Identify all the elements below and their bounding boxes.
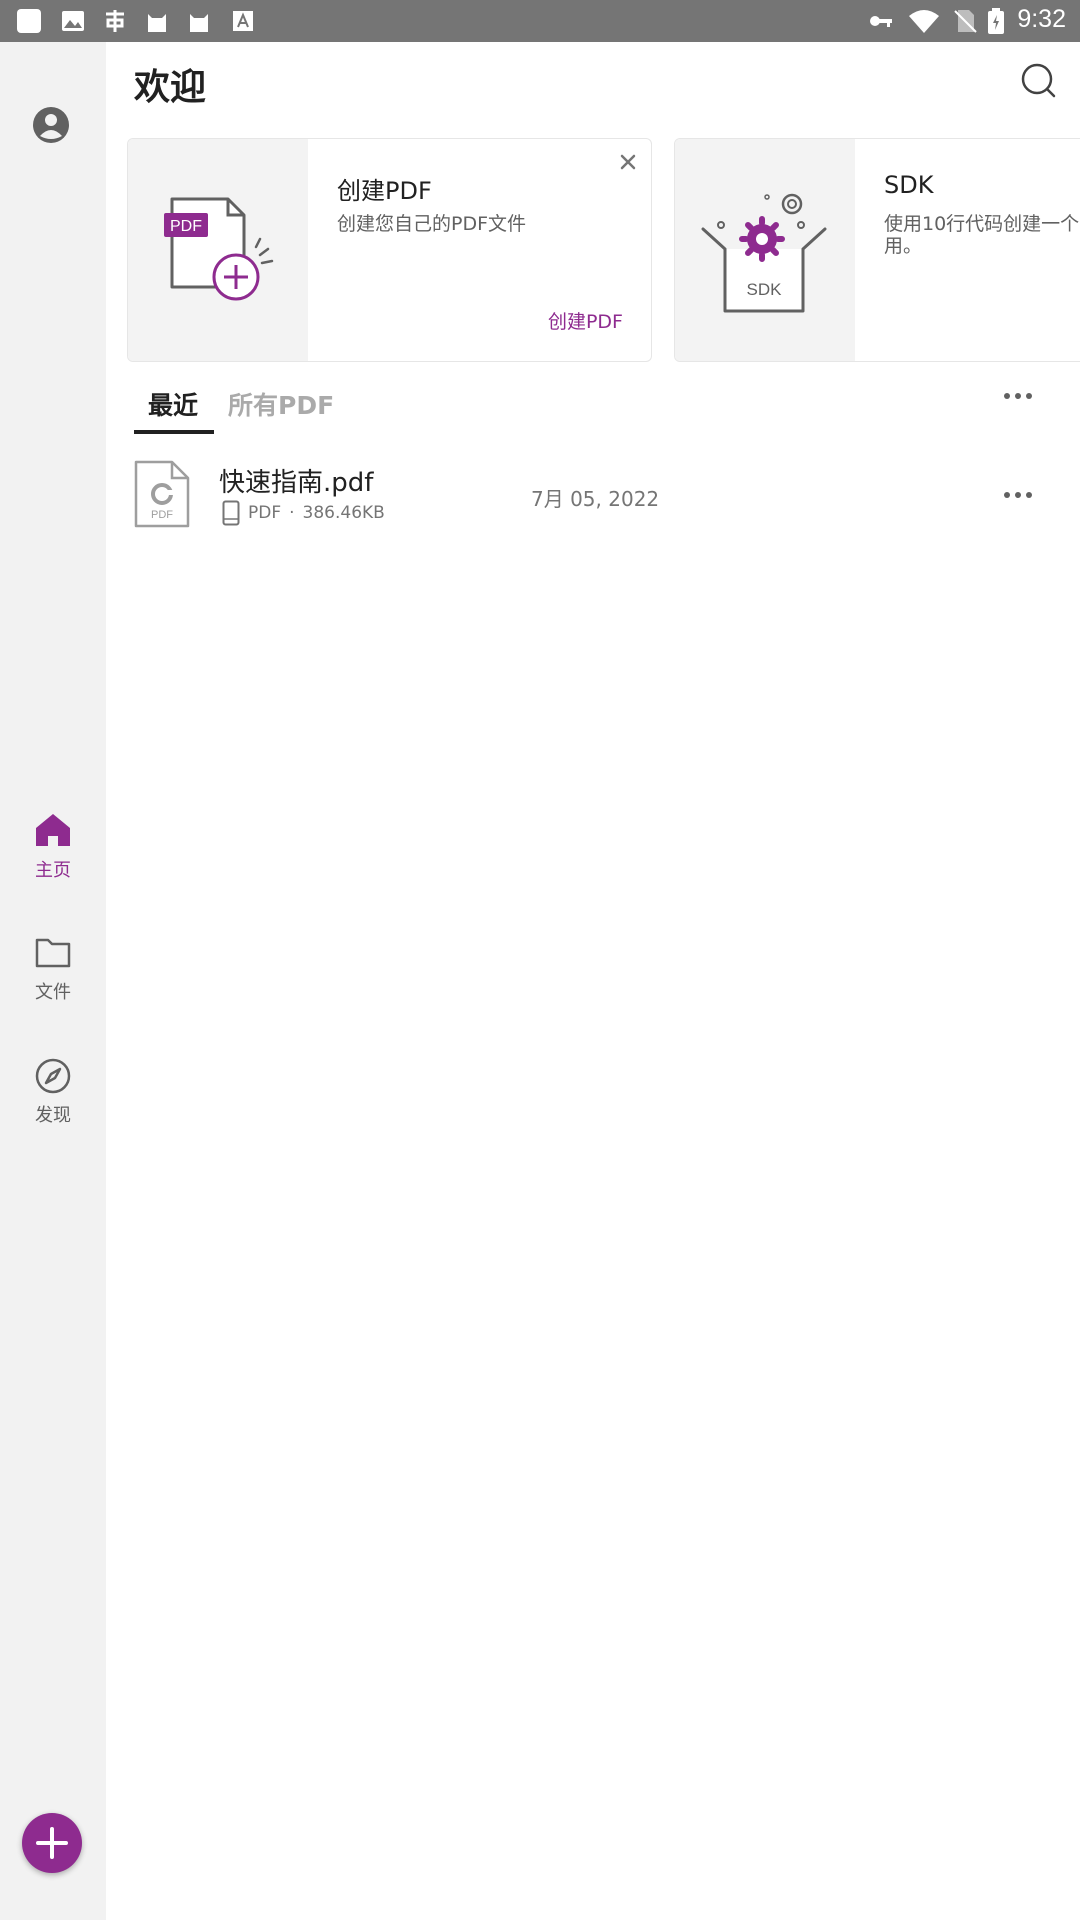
wifi-icon	[909, 10, 939, 33]
key-icon	[870, 16, 892, 27]
file-type: PDF	[248, 503, 282, 523]
card-illustration: PDF	[128, 139, 308, 361]
nav-item-discover[interactable]: 发现	[0, 1055, 106, 1127]
create-pdf-icon: PDF	[164, 197, 274, 301]
nav-item-label: 文件	[35, 982, 71, 1003]
nav-item-home[interactable]: 主页	[0, 810, 106, 882]
plus-icon	[36, 1827, 68, 1859]
nav-item-label: 发现	[35, 1105, 71, 1126]
tablet-icon	[222, 500, 240, 526]
more-icon[interactable]	[1002, 391, 1034, 401]
folder-icon	[35, 938, 71, 968]
no-sim-icon	[954, 10, 977, 33]
cat-icon	[148, 14, 166, 32]
sdk-box-icon: SDK	[701, 193, 827, 313]
app-icon	[106, 10, 124, 32]
image-icon	[62, 11, 84, 31]
sdk-card[interactable]: SDK SDK 使用10行代码创建一个 用。	[674, 138, 1080, 362]
file-name: 快速指南.pdf	[219, 468, 374, 498]
art-pdf-label: PDF	[170, 218, 202, 235]
file-date: 7月 05, 2022	[531, 487, 660, 511]
nav-rail: 主页 文件 发现	[0, 42, 106, 1920]
file-more-icon[interactable]	[1002, 490, 1034, 500]
cat-icon	[190, 14, 208, 32]
home-icon	[36, 814, 70, 846]
compass-icon	[35, 1058, 71, 1094]
pdf-file-icon: PDF	[134, 460, 190, 528]
font-icon	[233, 11, 253, 31]
tab-recent[interactable]: 最近	[148, 386, 198, 422]
add-button[interactable]	[22, 1813, 82, 1873]
thumb-label: PDF	[151, 509, 173, 521]
file-meta: PDF · 386.46KB	[222, 500, 385, 526]
page-title: 欢迎	[134, 67, 207, 108]
app-icon	[17, 9, 41, 33]
card-description: 使用10行代码创建一个 用。	[884, 213, 1080, 257]
file-size: 386.46KB	[302, 503, 385, 523]
nav-item-label: 主页	[35, 860, 71, 881]
tab-indicator	[134, 430, 214, 434]
avatar-icon[interactable]	[32, 106, 70, 144]
status-time: 9:32	[1017, 5, 1066, 33]
nav-item-files[interactable]: 文件	[0, 932, 106, 1004]
battery-icon	[988, 8, 1004, 34]
card-title: SDK	[884, 171, 934, 199]
search-icon[interactable]	[1020, 62, 1056, 98]
card-title: 创建PDF	[337, 177, 432, 205]
meta-separator: ·	[289, 503, 295, 523]
card-description: 创建您自己的PDF文件	[337, 213, 527, 235]
create-pdf-link[interactable]: 创建PDF	[548, 307, 623, 334]
card-illustration: SDK	[675, 139, 855, 361]
tab-all-pdf[interactable]: 所有PDF	[228, 386, 334, 422]
status-bar: 9:32	[0, 0, 1080, 42]
close-icon[interactable]	[617, 151, 639, 173]
art-sdk-label: SDK	[747, 280, 783, 299]
create-pdf-card[interactable]: PDF 创建PDF 创建您自己的PDF文件 创建PDF	[127, 138, 652, 362]
